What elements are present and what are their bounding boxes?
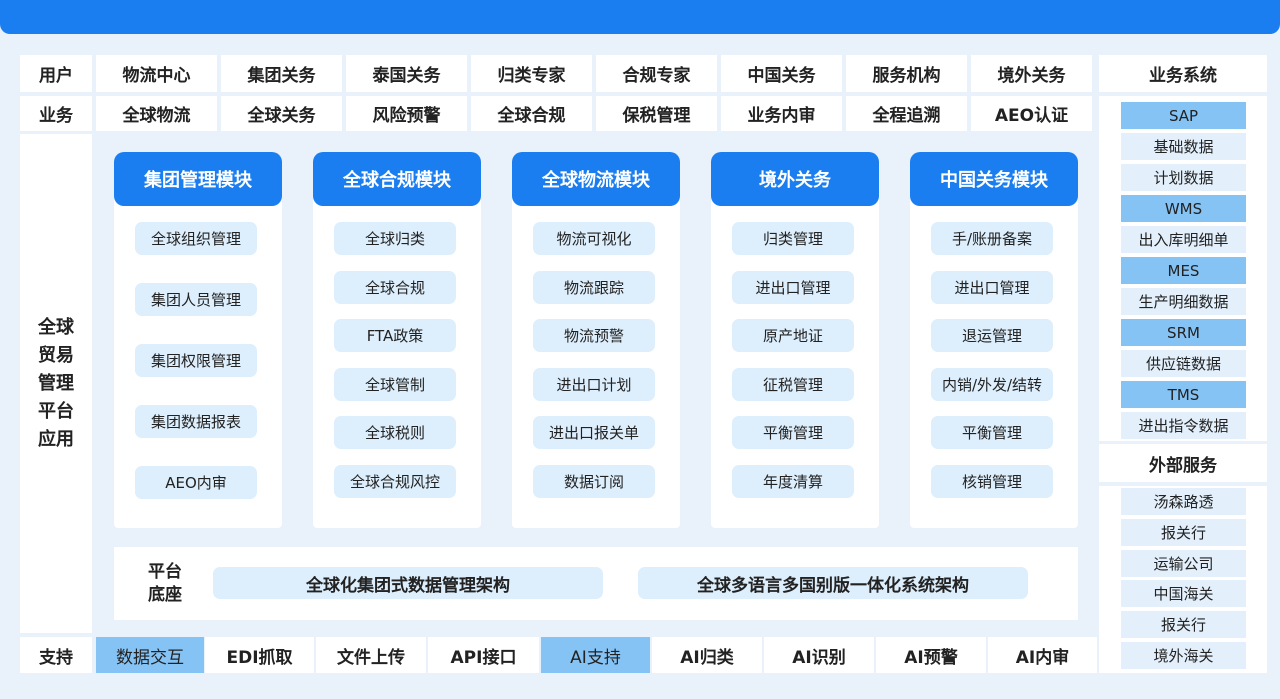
module-item[interactable]: 数据订阅 <box>533 465 655 498</box>
module-item[interactable]: 原产地证 <box>732 319 854 352</box>
module-item[interactable]: 核销管理 <box>931 465 1053 498</box>
module-item[interactable]: 征税管理 <box>732 368 854 401</box>
business-system-item[interactable]: 出入库明细单 <box>1121 226 1246 253</box>
business-systems-panel: SAP 基础数据计划数据 WMS 出入库明细单 MES 生产明细数据 SRM 供应链数据 TMS… <box>1099 96 1267 441</box>
platform-base: 平台底座 全球化集团式数据管理架构 全球多语言多国别版一体化系统架构 <box>114 547 1078 620</box>
external-service-item[interactable]: 汤森路透 <box>1121 488 1246 515</box>
module-item[interactable]: 手/账册备案 <box>931 222 1053 255</box>
module-item[interactable]: 物流预警 <box>533 319 655 352</box>
platform-base-label: 平台底座 <box>148 562 182 605</box>
business-system-item[interactable]: SAP <box>1121 102 1246 129</box>
support-item-4[interactable]: API接口 <box>428 637 539 673</box>
external-service-item[interactable]: 报关行 <box>1121 519 1246 546</box>
module-item[interactable]: 全球合规 <box>334 271 456 304</box>
business-item-2[interactable]: 全球关务 <box>221 96 342 131</box>
module-card-5: 中国关务模块手/账册备案 进出口管理退运管理内销/外发/结转 平衡管理核销管理 <box>910 152 1078 528</box>
module-item[interactable]: 内销/外发/结转 <box>931 368 1053 401</box>
business-system-item[interactable]: 供应链数据 <box>1121 350 1246 377</box>
business-item-4[interactable]: 全球合规 <box>471 96 592 131</box>
business-item-6[interactable]: 业务内审 <box>721 96 842 131</box>
module-item[interactable]: 全球管制 <box>334 368 456 401</box>
business-systems-title: 业务系统 <box>1099 55 1267 92</box>
external-services-title: 外部服务 <box>1099 444 1267 482</box>
module-title[interactable]: 境外关务 <box>711 152 879 206</box>
business-system-item[interactable]: WMS <box>1121 195 1246 222</box>
support-item-5[interactable]: AI支持 <box>541 637 650 673</box>
user-role-5[interactable]: 合规专家 <box>596 55 717 92</box>
support-item-7[interactable]: AI识别 <box>764 637 874 673</box>
business-item-1[interactable]: 全球物流 <box>96 96 217 131</box>
module-card-4: 境外关务归类管理进出口管理原产地证征税管理平衡管理年度清算 <box>711 152 879 528</box>
module-title[interactable]: 中国关务模块 <box>910 152 1078 206</box>
module-item[interactable]: 物流跟踪 <box>533 271 655 304</box>
module-item[interactable]: 进出口管理 <box>732 271 854 304</box>
platform-app-label-text: 全球贸易管理平台应用 <box>38 316 74 450</box>
support-item-1[interactable]: 数据交互 <box>96 637 204 673</box>
module-item[interactable]: 平衡管理 <box>931 416 1053 449</box>
module-item[interactable]: 进出口报关单 <box>533 416 655 449</box>
module-item[interactable]: 全球税则 <box>334 416 456 449</box>
module-item[interactable]: 全球合规风控 <box>334 465 456 498</box>
module-item[interactable]: 进出口管理 <box>931 271 1053 304</box>
support-item-6[interactable]: AI归类 <box>652 637 762 673</box>
user-role-6[interactable]: 中国关务 <box>721 55 842 92</box>
business-system-item[interactable]: TMS <box>1121 381 1246 408</box>
business-system-item[interactable]: 生产明细数据 <box>1121 288 1246 315</box>
external-service-item[interactable]: 中国海关 <box>1121 580 1246 607</box>
user-role-3[interactable]: 泰国关务 <box>346 55 467 92</box>
external-service-item[interactable]: 运输公司 <box>1121 550 1246 577</box>
module-item[interactable]: 全球归类 <box>334 222 456 255</box>
business-item-5[interactable]: 保税管理 <box>596 96 717 131</box>
module-item[interactable]: 年度清算 <box>732 465 854 498</box>
module-item[interactable]: 平衡管理 <box>732 416 854 449</box>
base-architecture-data[interactable]: 全球化集团式数据管理架构 <box>213 567 603 599</box>
module-item[interactable]: 全球组织管理 <box>135 222 257 255</box>
support-item-3[interactable]: 文件上传 <box>316 637 426 673</box>
module-title[interactable]: 集团管理模块 <box>114 152 282 206</box>
business-system-item[interactable]: 进出指令数据 <box>1121 412 1246 439</box>
module-item[interactable]: 集团数据报表 <box>135 405 257 438</box>
module-item[interactable]: 进出口计划 <box>533 368 655 401</box>
support-item-8[interactable]: AI预警 <box>876 637 986 673</box>
module-item[interactable]: 退运管理 <box>931 319 1053 352</box>
module-card-2: 全球合规模块全球归类全球合规 FTA政策全球管制全球税则全球合规风控 <box>313 152 481 528</box>
external-service-item[interactable]: 报关行 <box>1121 611 1246 638</box>
external-service-item[interactable]: 境外海关 <box>1121 642 1246 669</box>
module-card-3: 全球物流模块物流可视化物流跟踪物流预警进出口计划进出口报关单 数据订阅 <box>512 152 680 528</box>
platform-app-label: 全球贸易管理平台应用 <box>20 134 92 633</box>
base-architecture-system[interactable]: 全球多语言多国别版一体化系统架构 <box>638 567 1028 599</box>
module-card-1: 集团管理模块全球组织管理 集团人员管理 集团权限管理 集团数据报表 AEO内审 <box>114 152 282 528</box>
module-item[interactable]: 集团权限管理 <box>135 344 257 377</box>
module-title[interactable]: 全球物流模块 <box>512 152 680 206</box>
business-system-item[interactable]: SRM <box>1121 319 1246 346</box>
external-services-panel: 汤森路透 报关行 运输公司 中国海关 报关行 境外海关 <box>1099 486 1267 673</box>
user-role-4[interactable]: 归类专家 <box>471 55 592 92</box>
business-item-3[interactable]: 风险预警 <box>346 96 467 131</box>
user-role-8[interactable]: 境外关务 <box>971 55 1092 92</box>
row-label-users: 用户 <box>20 55 92 92</box>
user-role-1[interactable]: 物流中心 <box>96 55 217 92</box>
module-item[interactable]: AEO内审 <box>135 466 257 499</box>
top-banner <box>0 0 1280 34</box>
module-item[interactable]: 物流可视化 <box>533 222 655 255</box>
row-label-support: 支持 <box>20 637 92 673</box>
business-system-item[interactable]: 计划数据 <box>1121 164 1246 191</box>
user-role-7[interactable]: 服务机构 <box>846 55 967 92</box>
support-item-2[interactable]: EDI抓取 <box>205 637 314 673</box>
row-label-business: 业务 <box>20 96 92 131</box>
module-title[interactable]: 全球合规模块 <box>313 152 481 206</box>
business-item-7[interactable]: 全程追溯 <box>846 96 967 131</box>
module-item[interactable]: 集团人员管理 <box>135 283 257 316</box>
support-item-9[interactable]: AI内审 <box>988 637 1097 673</box>
user-role-2[interactable]: 集团关务 <box>221 55 342 92</box>
module-item[interactable]: FTA政策 <box>334 319 456 352</box>
business-system-item[interactable]: 基础数据 <box>1121 133 1246 160</box>
business-system-item[interactable]: MES <box>1121 257 1246 284</box>
module-item[interactable]: 归类管理 <box>732 222 854 255</box>
business-item-8[interactable]: AEO认证 <box>971 96 1092 131</box>
